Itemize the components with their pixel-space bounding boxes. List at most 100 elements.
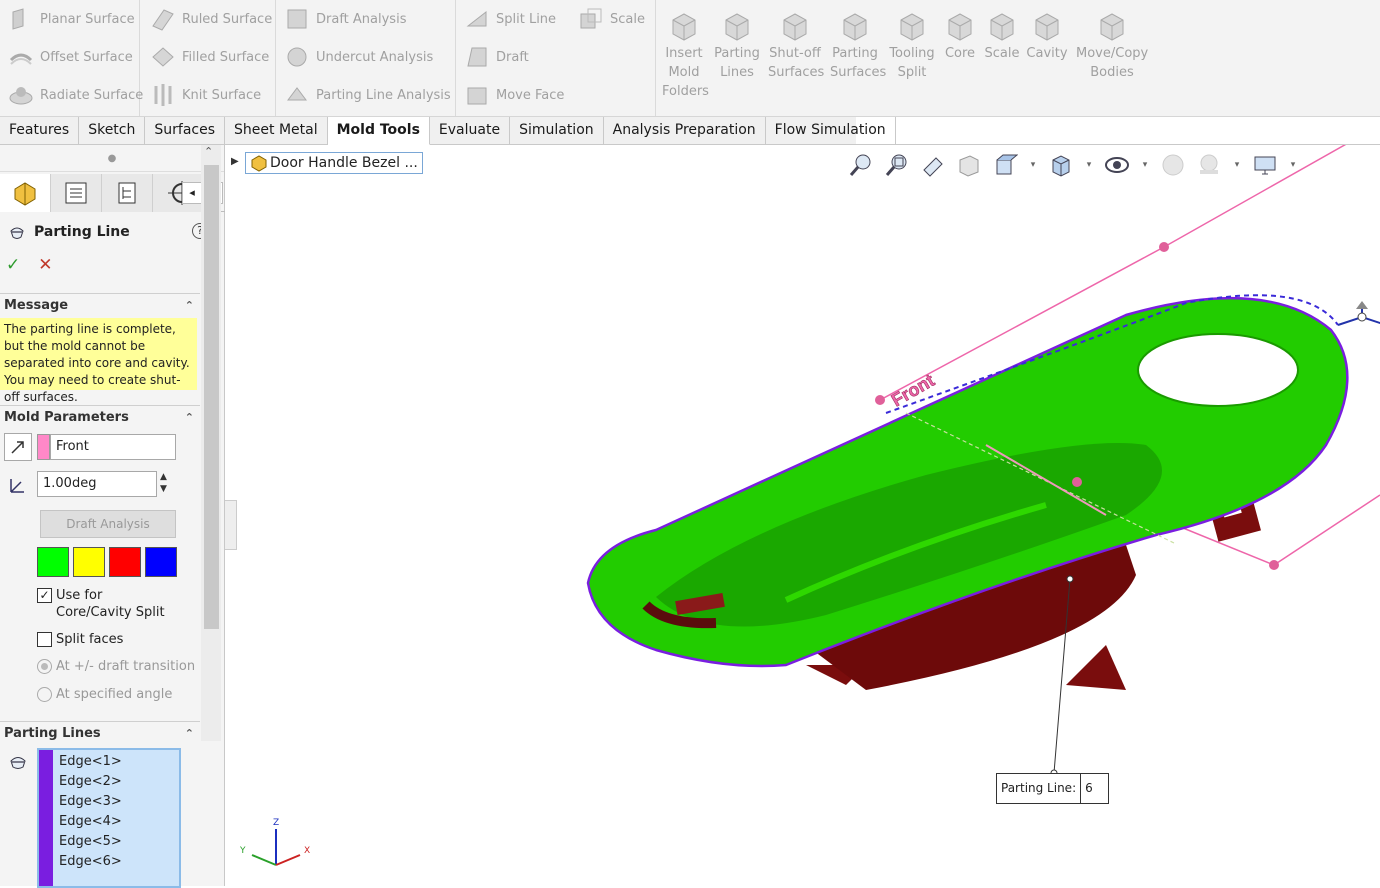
collapse-chevron-icon[interactable]: ⌃ xyxy=(185,406,194,430)
ribbon-large-button-6[interactable]: Scale xyxy=(984,10,1020,63)
panel-scrollbar[interactable]: ⌃ xyxy=(201,145,221,741)
tab-sketch[interactable]: Sketch xyxy=(79,117,146,145)
feature-manager-tab[interactable] xyxy=(0,174,51,212)
reverse-direction-button[interactable] xyxy=(4,433,32,461)
tab-mold-tools[interactable]: Mold Tools xyxy=(327,117,430,145)
draft-color-swatch[interactable] xyxy=(145,547,177,577)
tab-features[interactable]: Features xyxy=(0,117,80,145)
view-settings-icon[interactable] xyxy=(1250,150,1280,180)
dropdown-arrow-icon[interactable]: ▾ xyxy=(1230,150,1244,180)
zoom-to-fit-icon[interactable] xyxy=(846,150,876,180)
parting-line-analysis-button[interactable]: Parting Line Analysis xyxy=(284,82,451,108)
ok-button[interactable]: ✓ xyxy=(6,255,20,275)
move-face-button[interactable]: Move Face xyxy=(464,82,564,108)
ribbon-large-button-8[interactable]: Move/Copy Bodies xyxy=(1076,10,1148,82)
dropdown-arrow-icon[interactable]: ▾ xyxy=(1026,150,1040,180)
ribbon-large-button-7[interactable]: Cavity xyxy=(1026,10,1068,63)
dropdown-arrow-icon[interactable]: ▾ xyxy=(1286,150,1300,180)
checkbox-box[interactable]: ✓ xyxy=(37,588,52,603)
scale-small-button[interactable]: Scale xyxy=(578,6,645,32)
radiate-surface-button[interactable]: Radiate Surface xyxy=(8,82,143,108)
draft-color-swatch[interactable] xyxy=(109,547,141,577)
tab-sheet-metal[interactable]: Sheet Metal xyxy=(225,117,328,145)
plane-handle[interactable] xyxy=(1269,560,1279,570)
use-for-core-cavity-split-checkbox[interactable]: ✓ Use for Core/Cavity Split xyxy=(37,587,165,621)
cancel-button[interactable]: ✕ xyxy=(38,255,52,275)
collapse-chevron-icon[interactable]: ⌃ xyxy=(185,722,194,746)
display-style-icon[interactable] xyxy=(1046,150,1076,180)
checkbox-box[interactable] xyxy=(37,632,52,647)
tab-simulation[interactable]: Simulation xyxy=(510,117,604,145)
draft-analysis-ribbon-button[interactable]: Draft Analysis xyxy=(284,6,406,32)
offset-surface-button[interactable]: Offset Surface xyxy=(8,44,133,70)
plane-handle[interactable] xyxy=(1159,242,1169,252)
ribbon-large-button-4[interactable]: Tooling Split xyxy=(888,10,936,82)
ribbon-large-button-3[interactable]: Parting Surfaces xyxy=(830,10,886,82)
hide-show-items-icon[interactable] xyxy=(1102,150,1132,180)
dropdown-arrow-icon[interactable]: ▾ xyxy=(1082,150,1096,180)
panel-divider-handle[interactable] xyxy=(225,500,237,550)
tab-evaluate[interactable]: Evaluate xyxy=(430,117,511,145)
split-faces-checkbox[interactable]: Split faces xyxy=(37,631,123,648)
configuration-manager-tab[interactable] xyxy=(102,174,153,212)
draft-angle-icon xyxy=(8,475,28,498)
edge-selection-list[interactable]: Edge<1> Edge<2> Edge<3> Edge<4> Edge<5> Edge<… xyxy=(37,748,181,888)
draft-button[interactable]: Draft xyxy=(464,44,529,70)
part-underside xyxy=(1066,645,1126,690)
radio-dot[interactable] xyxy=(37,687,52,702)
view-orientation-icon[interactable] xyxy=(990,150,1020,180)
mold-parameters-section-header[interactable]: Mold Parameters ⌃ xyxy=(0,405,200,429)
ribbon-large-button-1[interactable]: Parting Lines xyxy=(714,10,760,82)
ruled-surface-button[interactable]: Ruled Surface xyxy=(150,6,272,32)
undercut-analysis-button[interactable]: Undercut Analysis xyxy=(284,44,433,70)
tree-expand-icon[interactable]: ▶ xyxy=(231,156,239,167)
draft-analysis-button[interactable]: Draft Analysis xyxy=(40,510,176,538)
property-manager-tab[interactable] xyxy=(51,174,102,212)
knit-surface-button[interactable]: Knit Surface xyxy=(150,82,261,108)
command-manager-ribbon: Planar Surface Offset Surface Radiate Su… xyxy=(0,0,1380,117)
tab-analysis-preparation[interactable]: Analysis Preparation xyxy=(604,117,766,145)
triad-y-label: Y xyxy=(239,846,246,856)
draft-color-swatch[interactable] xyxy=(37,547,69,577)
radio-dot[interactable] xyxy=(37,659,52,674)
zoom-to-area-icon[interactable] xyxy=(882,150,912,180)
filled-surface-button[interactable]: Filled Surface xyxy=(150,44,269,70)
apply-scene-icon[interactable] xyxy=(1194,150,1224,180)
direction-color-swatch xyxy=(37,434,50,460)
tab-scroll-left-icon[interactable]: ◂ xyxy=(182,182,202,204)
tab-flow-simulation[interactable]: Flow Simulation xyxy=(766,117,896,145)
specified-angle-radio[interactable]: At specified angle xyxy=(37,687,172,702)
ribbon-large-button-5[interactable]: Core xyxy=(943,10,977,63)
message-section-header[interactable]: Message ⌃ xyxy=(0,293,200,317)
edge-list-item[interactable]: Edge<6> xyxy=(59,852,122,872)
plane-handle[interactable] xyxy=(875,395,885,405)
draft-transition-radio[interactable]: At +/- draft transition xyxy=(37,659,195,674)
parting-lines-section-header[interactable]: Parting Lines ⌃ xyxy=(0,721,200,745)
edge-list-item[interactable]: Edge<1> xyxy=(59,752,122,772)
ribbon-large-button-2[interactable]: Shut-off Surfaces xyxy=(768,10,824,82)
ribbon-large-button-0[interactable]: Insert Mold Folders xyxy=(662,10,709,101)
panel-grip[interactable]: ● xyxy=(0,145,224,172)
view-move-handle-icon[interactable] xyxy=(1337,301,1380,326)
section-view-icon[interactable] xyxy=(954,150,984,180)
collapse-chevron-icon[interactable]: ⌃ xyxy=(185,294,194,318)
edit-appearance-icon[interactable] xyxy=(1158,150,1188,180)
dropdown-arrow-icon[interactable]: ▾ xyxy=(1138,150,1152,180)
edge-list-item[interactable]: Edge<2> xyxy=(59,772,122,792)
draft-angle-input[interactable]: 1.00deg xyxy=(37,471,157,497)
draft-angle-spinner[interactable]: ▲ ▼ xyxy=(160,471,167,495)
tab-surfaces[interactable]: Surfaces xyxy=(145,117,226,145)
edge-list-item[interactable]: Edge<4> xyxy=(59,812,122,832)
scroll-up-icon[interactable]: ⌃ xyxy=(204,145,213,158)
direction-of-pull-field[interactable]: Front xyxy=(50,434,176,460)
feature-tree-part[interactable]: Door Handle Bezel ... xyxy=(245,152,423,174)
planar-surface-button[interactable]: Planar Surface xyxy=(8,6,135,32)
graphics-viewport[interactable]: Front Z Y X xyxy=(226,145,1380,886)
edge-list-item[interactable]: Edge<3> xyxy=(59,792,122,812)
scrollbar-thumb[interactable] xyxy=(204,165,219,629)
edge-list-item[interactable]: Edge<5> xyxy=(59,832,122,852)
split-line-button[interactable]: Split Line xyxy=(464,6,556,32)
previous-view-icon[interactable] xyxy=(918,150,948,180)
draft-color-swatch[interactable] xyxy=(73,547,105,577)
plane-handle[interactable] xyxy=(1072,477,1082,487)
